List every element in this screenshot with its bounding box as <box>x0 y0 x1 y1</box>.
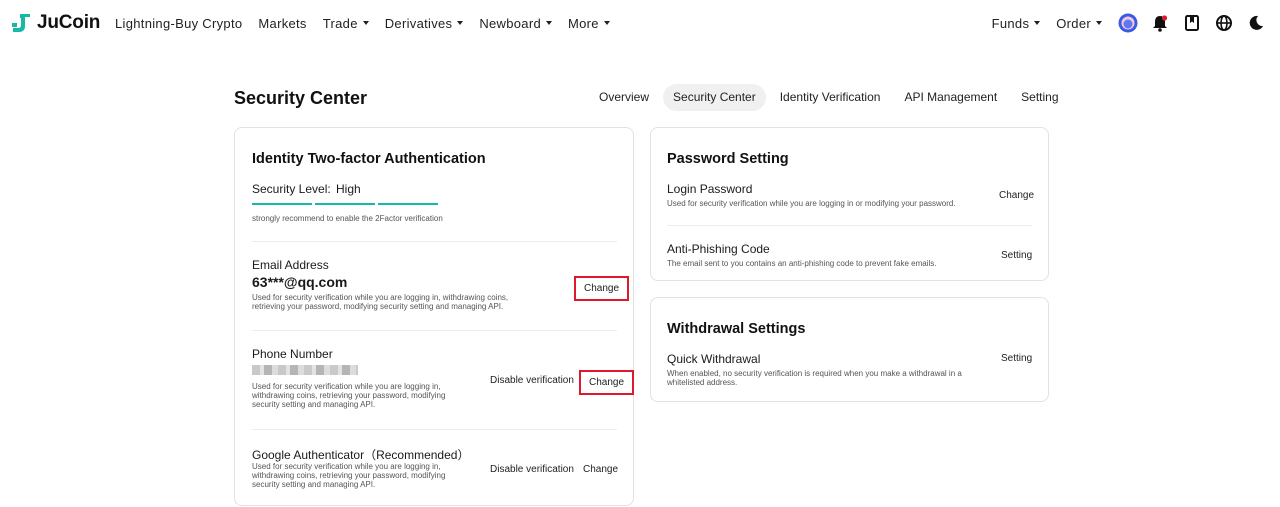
bookmark-icon[interactable] <box>1182 13 1202 33</box>
nav-label: More <box>568 15 599 31</box>
anti-phishing-description: The email sent to you contains an anti-p… <box>667 259 937 268</box>
phone-label: Phone Number <box>252 347 333 361</box>
nav-order[interactable]: Order <box>1056 16 1102 31</box>
security-level-bar-2 <box>315 203 375 205</box>
email-change-button[interactable]: Change <box>574 276 630 301</box>
nav-label: Markets <box>258 15 307 31</box>
withdrawal-settings-title: Withdrawal Settings <box>667 321 806 337</box>
brand-logo[interactable]: JuCoin <box>11 12 100 34</box>
caret-down-icon <box>1096 21 1102 25</box>
google-change-button[interactable]: Change <box>583 464 618 475</box>
nav-label: Funds <box>991 15 1030 31</box>
nav-label: Lightning-Buy Crypto <box>115 15 243 31</box>
password-setting-card: Password Setting Login Password Used for… <box>650 127 1049 281</box>
quick-withdrawal-setting-button[interactable]: Setting <box>1001 353 1032 364</box>
caret-down-icon <box>603 21 610 25</box>
divider <box>252 429 617 430</box>
top-navigation: JuCoin Lightning-Buy Crypto Markets Trad… <box>0 0 1280 46</box>
password-setting-title: Password Setting <box>667 151 789 167</box>
caret-down-icon <box>457 21 464 25</box>
avatar-icon[interactable] <box>1118 13 1138 33</box>
google-authenticator-label: Google Authenticator（Recommended） <box>252 448 470 462</box>
email-description-line-2: retrieving your password, modifying secu… <box>252 302 504 311</box>
anti-phishing-label: Anti-Phishing Code <box>667 242 770 256</box>
security-level-value: High <box>336 182 361 196</box>
login-password-change-button[interactable]: Change <box>999 190 1034 201</box>
login-password-label: Login Password <box>667 182 753 196</box>
email-label: Email Address <box>252 258 329 272</box>
divider <box>252 241 617 242</box>
dark-mode-moon-icon[interactable] <box>1246 13 1266 33</box>
two-factor-card: Identity Two-factor Authentication Secur… <box>234 127 635 506</box>
page-title: Security Center <box>234 88 368 108</box>
google-disable-verification-button[interactable]: Disable verification <box>490 464 574 475</box>
nav-label: Newboard <box>479 15 541 31</box>
nav-derivatives[interactable]: Derivatives <box>385 16 464 31</box>
two-factor-title: Identity Two-factor Authentication <box>252 151 486 167</box>
security-recommendation: strongly recommend to enable the 2Factor… <box>252 214 443 223</box>
nav-markets[interactable]: Markets <box>258 16 306 31</box>
security-level-label: Security Level: <box>252 182 331 196</box>
divider <box>667 225 1032 226</box>
brand-name: JuCoin <box>37 12 101 33</box>
caret-down-icon <box>362 21 369 25</box>
phone-number-masked <box>252 365 358 375</box>
anti-phishing-setting-button[interactable]: Setting <box>1001 250 1032 261</box>
tab-identity-verification[interactable]: Identity Verification <box>770 84 891 111</box>
quick-withdrawal-label: Quick Withdrawal <box>667 352 761 366</box>
globe-icon[interactable] <box>1214 13 1234 33</box>
phone-description-line-3: security setting and managing API. <box>252 400 376 409</box>
divider <box>252 330 617 331</box>
email-value: 63***@qq.com <box>252 274 348 290</box>
nav-trade[interactable]: Trade <box>323 16 369 31</box>
tab-security-center[interactable]: Security Center <box>663 84 766 111</box>
tab-api-management[interactable]: API Management <box>894 84 1007 111</box>
nav-newboard[interactable]: Newboard <box>479 16 552 31</box>
quick-withdrawal-description-line-2: whitelisted address. <box>667 378 738 387</box>
caret-down-icon <box>546 21 552 25</box>
jucoin-logo-icon <box>12 14 30 32</box>
security-tabs: Overview Security Center Identity Verifi… <box>589 84 1073 111</box>
main-nav: Lightning-Buy Crypto Markets Trade Deriv… <box>115 0 626 46</box>
nav-label: Order <box>1056 15 1091 31</box>
withdrawal-settings-card: Withdrawal Settings Quick Withdrawal Whe… <box>650 297 1049 402</box>
login-password-description: Used for security verification while you… <box>667 199 956 208</box>
nav-label: Derivatives <box>384 15 453 31</box>
nav-more[interactable]: More <box>568 16 610 31</box>
caret-down-icon <box>1034 21 1041 25</box>
nav-label: Trade <box>322 15 358 31</box>
nav-lightning-buy[interactable]: Lightning-Buy Crypto <box>115 16 242 31</box>
notification-bell-icon[interactable] <box>1150 13 1170 33</box>
nav-funds[interactable]: Funds <box>992 16 1041 31</box>
security-level-bar-3 <box>378 203 438 205</box>
security-level-bar-1 <box>252 203 312 205</box>
phone-change-button[interactable]: Change <box>579 370 635 395</box>
tab-overview[interactable]: Overview <box>589 84 659 111</box>
phone-disable-verification-button[interactable]: Disable verification <box>490 375 574 386</box>
user-nav: Funds Order <box>992 0 1266 46</box>
google-description-line-3: security setting and managing API. <box>252 480 376 489</box>
tab-setting[interactable]: Setting <box>1011 84 1068 111</box>
